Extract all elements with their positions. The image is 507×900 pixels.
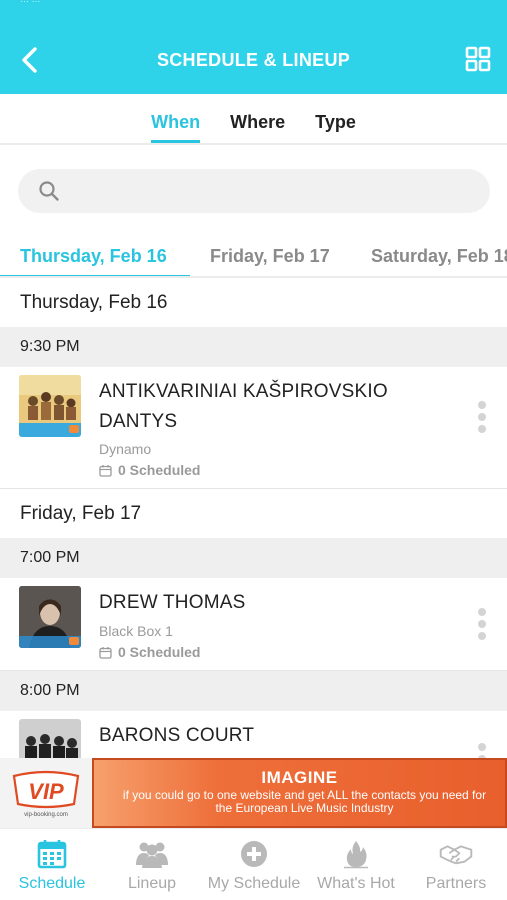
calendar-small-icon [99,464,112,477]
more-options-button[interactable] [477,743,487,758]
bottom-tab-bar: Schedule Lineup My Schedule What's Hot P… [0,828,507,900]
ad-message[interactable]: IMAGINE if you could go to one website a… [92,758,507,828]
flame-icon [344,841,368,869]
event-scheduled-count: 0 Scheduled [99,644,200,660]
artist-thumbnail [19,375,81,437]
more-options-button[interactable] [477,608,487,640]
search-icon [39,181,59,201]
event-venue: Black Box 1 [99,623,173,639]
artist-thumbnail [19,586,81,648]
vip-logo-text: VIP [28,779,64,804]
search-input[interactable] [74,169,474,213]
ad-banner[interactable]: VIP vip-booking.com IMAGINE if you could… [0,758,507,828]
date-tab-saturday[interactable]: Saturday, Feb 18 [371,246,507,267]
event-row[interactable]: DREW THOMAS Black Box 1 0 Scheduled [0,578,507,671]
time-slot-header: 7:00 PM [0,538,507,578]
tab-my-schedule[interactable]: My Schedule [202,839,306,893]
event-venue: Dynamo [99,441,152,457]
filter-tabs: When Where Type [0,95,507,145]
app-header: … … SCHEDULE & LINEUP [0,0,507,94]
handshake-icon [439,845,473,865]
page-title: SCHEDULE & LINEUP [156,50,351,70]
artist-thumbnail [19,719,81,758]
event-title: ANTIKVARINIAI KAŠPIROVSKIO DANTYS [99,381,388,432]
schedule-list[interactable]: Thursday, Feb 16 9:30 PM ANTIKVARINIAI K… [0,278,507,758]
dot-icon [478,743,486,751]
tab-when[interactable]: When [151,95,201,143]
dot-icon [478,425,486,433]
scheduled-label: 0 Scheduled [118,462,201,478]
scheduled-label: 0 Scheduled [118,644,201,660]
tab-partners[interactable]: Partners [418,839,494,893]
ad-body: if you could go to one website and get A… [122,788,487,815]
ad-headline: IMAGINE [261,768,338,787]
date-tab-friday[interactable]: Friday, Feb 17 [210,246,330,267]
tab-where[interactable]: Where [230,95,285,143]
status-bar-text: … … [20,0,130,2]
tab-label: Lineup [127,875,177,892]
event-row[interactable]: ANTIKVARINIAI KAŠPIROVSKIO DANTYS Dynamo… [0,367,507,489]
plus-circle-icon [241,841,267,867]
search-bar [18,169,490,213]
vip-logo-subtext: vip-booking.com [24,812,68,818]
tab-label: What's Hot [317,875,395,892]
tab-whats-hot[interactable]: What's Hot [312,839,400,893]
time-slot-header: 8:00 PM [0,671,507,711]
dot-icon [478,608,486,616]
dot-icon [478,632,486,640]
people-icon [136,842,168,868]
tab-label: Schedule [18,875,86,892]
dot-icon [478,401,486,409]
back-button[interactable] [14,42,44,78]
date-tab-thursday[interactable]: Thursday, Feb 16 [20,246,167,267]
event-title: BARONS COURT [99,725,255,746]
tab-schedule[interactable]: Schedule [14,839,90,893]
more-options-button[interactable] [477,401,487,433]
tab-lineup[interactable]: Lineup [118,839,186,893]
calendar-small-icon [99,646,112,659]
date-tabs: Thursday, Feb 16 Friday, Feb 17 Saturday… [0,232,507,278]
tab-label: Partners [425,875,487,892]
dot-icon [478,413,486,421]
event-title: DREW THOMAS [99,592,246,613]
calendar-icon [37,840,67,869]
tab-type[interactable]: Type [315,95,356,143]
vip-logo: VIP vip-booking.com [8,766,84,822]
dot-icon [478,620,486,628]
event-scheduled-count: 0 Scheduled [99,462,200,478]
grid-icon [465,46,491,72]
day-heading: Thursday, Feb 16 [20,292,168,313]
event-row[interactable]: BARONS COURT [0,711,507,758]
chevron-left-icon [22,47,37,73]
grid-view-button[interactable] [465,46,491,72]
tab-label: My Schedule [207,875,301,892]
time-slot-header: 9:30 PM [0,327,507,367]
day-heading: Friday, Feb 17 [20,503,142,524]
